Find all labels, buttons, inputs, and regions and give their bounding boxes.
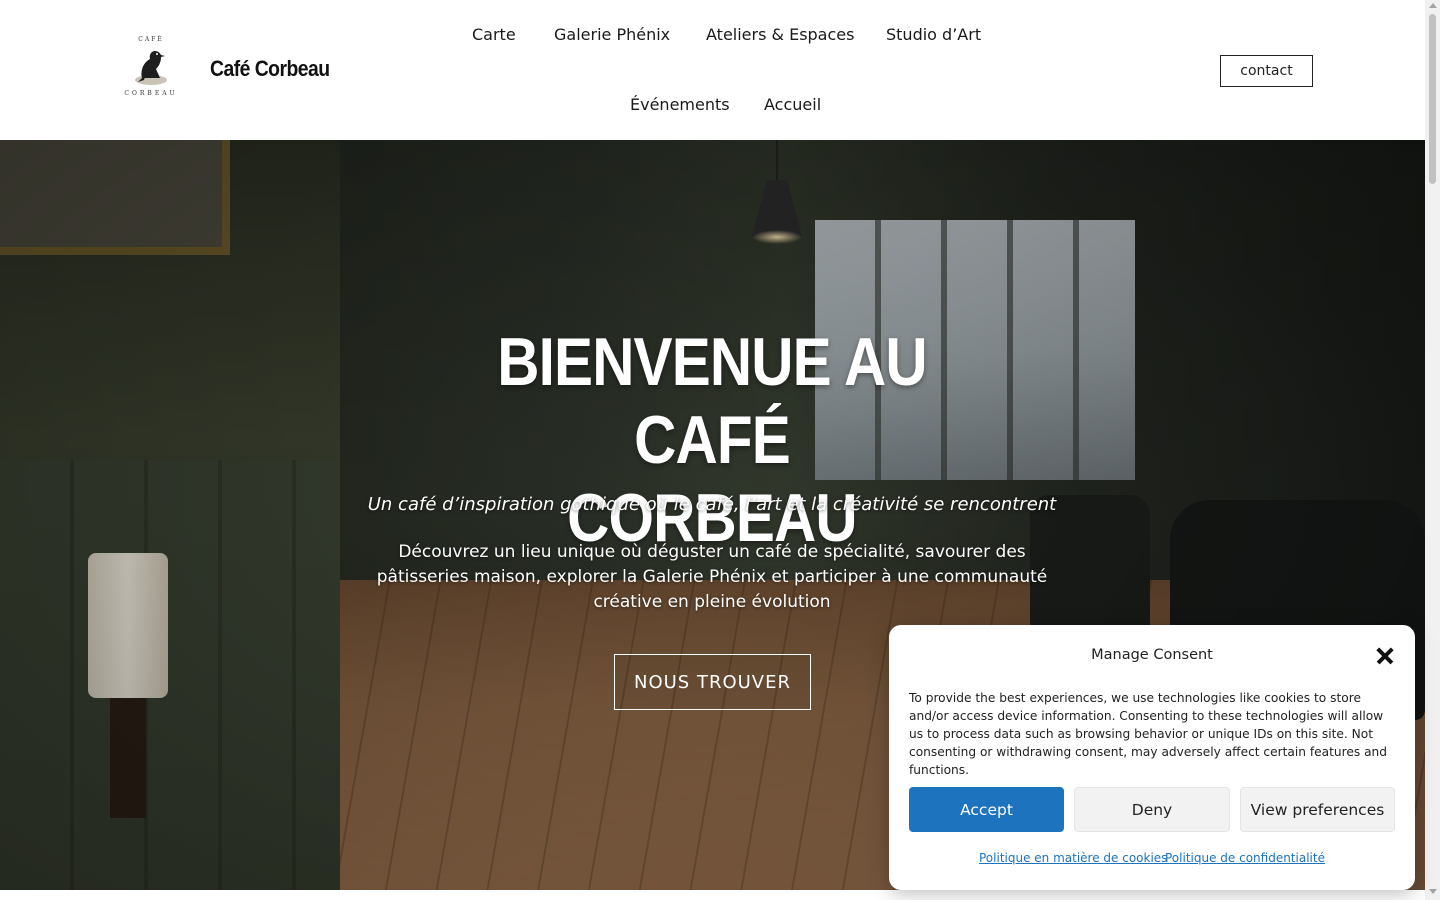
- nav-item-accueil[interactable]: Accueil: [764, 95, 821, 114]
- privacy-policy-link[interactable]: Politique de confidentialité: [1165, 851, 1325, 865]
- logo-top-text: CAFÉ: [138, 36, 164, 43]
- raven-icon: [135, 51, 167, 85]
- page-scrollbar[interactable]: [1425, 0, 1440, 900]
- hero-description: Découvrez un lieu unique où déguster un …: [376, 542, 1048, 612]
- nav-item-galerie-phenix[interactable]: Galerie Phénix: [554, 25, 670, 44]
- nav-item-evenements[interactable]: Événements: [630, 95, 730, 114]
- site-logo[interactable]: CAFÉ CORBEAU: [116, 36, 186, 100]
- nav-item-ateliers-espaces[interactable]: Ateliers & Espaces: [706, 25, 854, 44]
- cookie-consent-dialog: Manage Consent To provide the best exper…: [889, 625, 1415, 890]
- site-header: CAFÉ CORBEAU Café Corbeau Carte Galerie …: [0, 0, 1425, 140]
- scrollbar-thumb[interactable]: [1429, 14, 1436, 184]
- view-preferences-button[interactable]: View preferences: [1240, 787, 1395, 832]
- contact-button[interactable]: contact: [1220, 55, 1313, 87]
- hero-tagline: Un café d’inspiration gothique où le caf…: [367, 494, 1057, 515]
- deny-button[interactable]: Deny: [1074, 787, 1230, 832]
- site-title[interactable]: Café Corbeau: [210, 56, 330, 82]
- scroll-down-arrow-icon[interactable]: [1429, 889, 1437, 894]
- find-us-button[interactable]: NOUS TROUVER: [614, 654, 811, 710]
- hero-title: BIENVENUE AU CAFÉ CORBEAU: [454, 323, 970, 557]
- consent-text: To provide the best experiences, we use …: [909, 691, 1388, 777]
- cookie-policy-link[interactable]: Politique en matière de cookies: [979, 851, 1167, 865]
- scroll-up-arrow-icon[interactable]: [1429, 3, 1437, 8]
- consent-title: Manage Consent: [1091, 647, 1213, 663]
- nav-item-carte[interactable]: Carte: [472, 25, 516, 44]
- accept-button[interactable]: Accept: [909, 787, 1064, 832]
- logo-bottom-text: CORBEAU: [124, 90, 178, 97]
- nav-item-studio-art[interactable]: Studio d’Art: [886, 25, 981, 44]
- page-below-fold: [0, 890, 1425, 900]
- hero-title-line-1: BIENVENUE AU CAFÉ: [497, 324, 927, 478]
- close-icon[interactable]: [1374, 645, 1396, 667]
